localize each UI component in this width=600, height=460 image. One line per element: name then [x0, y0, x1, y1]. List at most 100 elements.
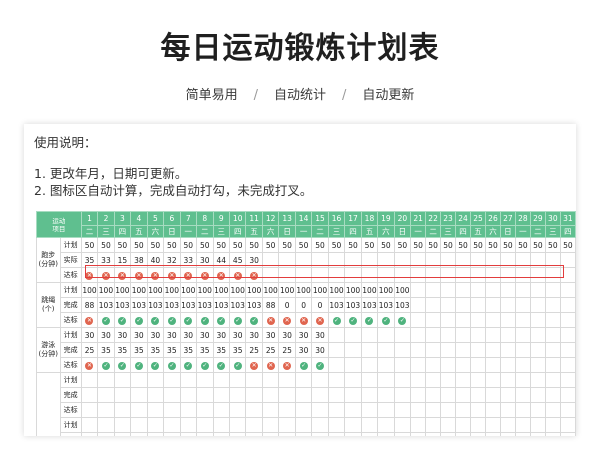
day-number-cell: 11	[245, 211, 263, 226]
status-cell: ✓	[360, 312, 379, 328]
status-cell: ✕	[146, 267, 165, 283]
table-row: 跑步 (分钟) 计划 50 50 50 50 50 50 50 50 50 50 50 50 50 50 50 50…	[36, 237, 576, 283]
weekday-cell: 五	[245, 225, 263, 238]
value-cell: 103	[228, 297, 247, 313]
weekday-cell: 二	[529, 225, 546, 238]
status-cell: ✕	[196, 267, 214, 283]
empty-cell	[327, 417, 346, 433]
value-cell: 100	[344, 282, 362, 298]
value-cell: 35	[196, 342, 214, 358]
day-number-cell: 5	[146, 211, 165, 226]
empty-cell	[410, 342, 427, 358]
day-number-cell: 10	[228, 211, 247, 226]
header-label-line: 项目	[52, 224, 66, 233]
value-cell: 100	[113, 282, 132, 298]
value-cell: 15	[113, 252, 132, 268]
table-row: 计划	[37, 417, 576, 433]
category-unit: (分钟)	[38, 350, 59, 358]
empty-cell	[529, 252, 546, 268]
empty-cell	[360, 387, 379, 403]
empty-cell	[377, 252, 395, 268]
weekday-cell: 四	[344, 225, 362, 238]
empty-cell	[484, 282, 501, 298]
day-number-cell: 1	[80, 211, 99, 226]
value-cell: 100	[97, 282, 115, 298]
row-label: 计划	[59, 237, 82, 253]
empty-cell	[294, 252, 313, 268]
status-cell: ✓	[212, 312, 230, 328]
weekday-cell: 一	[179, 225, 198, 238]
check-icon: ✓	[167, 361, 176, 370]
value-cell: 88	[80, 297, 99, 313]
check-icon: ✓	[217, 361, 226, 370]
empty-cell	[80, 402, 99, 418]
row-label: 达标	[59, 267, 82, 283]
empty-cell	[344, 267, 362, 283]
empty-cell	[499, 342, 516, 358]
empty-cell	[327, 387, 346, 403]
empty-cell	[344, 387, 362, 403]
empty-cell	[425, 357, 442, 373]
empty-cell	[261, 372, 280, 388]
table-row: 达标 ✕ ✓ ✓ ✓ ✓ ✓ ✓ ✓ ✓ ✓ ✓ ✕ ✕ ✕ ✕ ✓ ✓ ✓ ✓ ✓	[37, 312, 576, 328]
empty-cell	[261, 432, 280, 436]
empty-cell	[146, 402, 165, 418]
empty-cell	[327, 342, 346, 358]
value-cell: 100	[360, 282, 379, 298]
value-cell: 103	[212, 297, 230, 313]
empty-cell	[377, 432, 395, 436]
empty-cell	[455, 432, 471, 436]
feature-nav: 简单易用 / 自动统计 / 自动更新	[0, 84, 600, 103]
empty-cell	[544, 282, 561, 298]
status-cell: ✕	[80, 357, 99, 373]
empty-cell	[455, 342, 471, 358]
empty-cell	[393, 402, 412, 418]
table-row: 游泳 (分钟) 计划 30 30 30 30 30 30 30 30 30 30 30 30 30 30 30	[36, 327, 576, 373]
empty-cell	[212, 387, 230, 403]
value-cell: 33	[97, 252, 115, 268]
table-row: 完成 25 35 35 35 35 35 35 35 35 35 25 25 25 30 30	[37, 342, 576, 358]
empty-cell	[327, 267, 346, 283]
check-icon: ✓	[217, 316, 226, 325]
empty-cell	[278, 252, 296, 268]
cross-icon: ✕	[85, 271, 94, 280]
status-cell: ✓	[228, 357, 247, 373]
empty-cell	[440, 252, 457, 268]
empty-cell	[470, 372, 486, 388]
weekday-cell: 一	[410, 225, 427, 238]
status-cell: ✕	[97, 267, 115, 283]
value-cell: 103	[113, 297, 132, 313]
empty-cell	[327, 432, 346, 436]
row-label: 计划	[59, 327, 82, 343]
weekday-cell: 五	[360, 225, 379, 238]
cross-icon: ✕	[316, 316, 325, 325]
empty-cell	[544, 417, 561, 433]
day-number-cell: 2	[97, 211, 115, 226]
empty-cell	[499, 372, 516, 388]
empty-cell	[261, 267, 280, 283]
empty-cell	[499, 267, 516, 283]
empty-cell	[163, 417, 181, 433]
status-cell: ✕	[261, 357, 280, 373]
day-number-cell: 25	[470, 211, 486, 226]
empty-cell	[311, 372, 329, 388]
empty-cell	[179, 417, 198, 433]
empty-cell	[130, 417, 148, 433]
empty-cell	[360, 372, 379, 388]
empty-cell	[393, 267, 412, 283]
weekday-cell: 一	[294, 225, 313, 238]
empty-cell	[294, 387, 313, 403]
empty-cell	[410, 327, 427, 343]
empty-cell	[470, 402, 486, 418]
value-cell: 103	[393, 297, 412, 313]
day-number-cell: 23	[440, 211, 457, 226]
value-cell: 45	[228, 252, 247, 268]
weekday-cell: 五	[130, 225, 148, 238]
check-icon: ✓	[167, 316, 176, 325]
value-cell: 50	[344, 237, 362, 253]
cross-icon: ✕	[184, 271, 193, 280]
empty-cell	[212, 417, 230, 433]
value-cell: 50	[327, 237, 346, 253]
value-cell: 100	[393, 282, 412, 298]
empty-cell	[311, 252, 329, 268]
